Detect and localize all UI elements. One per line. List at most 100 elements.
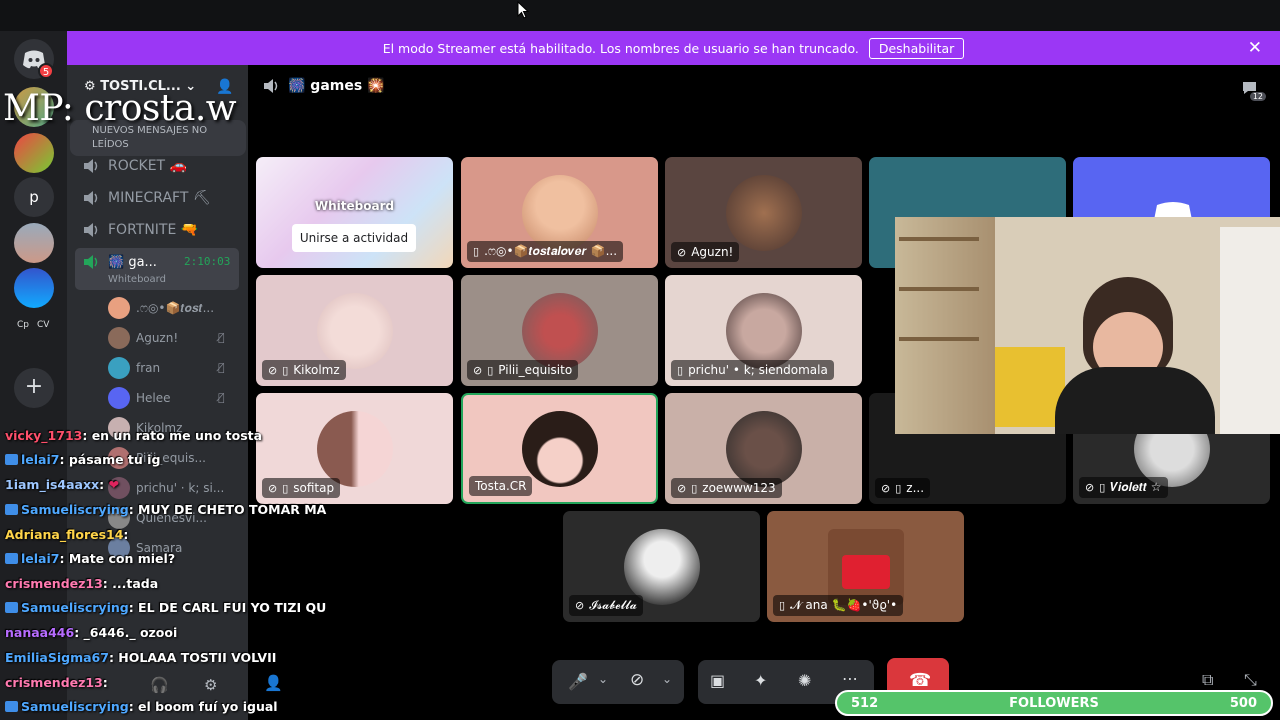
more-icon[interactable]: ⋯ [842,669,858,688]
active-channel-title[interactable]: 🎆 ga... [82,250,157,274]
avatar [521,292,598,369]
server-icon[interactable] [14,133,54,173]
mic-muted-icon: ⊘ [1085,481,1095,494]
phone-icon: ▯ [779,599,786,612]
voice-member[interactable]: Kikolmz [108,416,182,440]
participant-tile[interactable]: ⊘ ▯ Pilii_equisito [461,275,658,386]
voice-member[interactable]: prichu' · k; si... [108,476,224,500]
participant-tile[interactable]: ▯ prichu' • k; siendomala [665,275,862,386]
camera-off-icon[interactable]: ⊘ [630,670,644,690]
channel-minecraft[interactable]: MINECRAFT ⛏ [82,186,211,210]
avatar [108,417,130,439]
voice-member[interactable]: Aguzn! [108,326,178,350]
phone-icon: ▯ [1099,481,1106,494]
folder-label[interactable]: CV [37,320,49,330]
followers-goal: 500 [1229,695,1257,711]
screen-share-icon[interactable]: ▣ [710,671,725,690]
followers-label: FOLLOWERS [1009,695,1099,711]
phone-icon: ▯ [282,481,289,495]
voice-member[interactable]: Samara [108,536,182,560]
speaker-icon [264,79,278,93]
speaker-icon [84,159,98,173]
participant-tile[interactable]: ▯ .ෆ◎•📦𝒕𝒐𝒔𝒕𝒂𝒍𝒐𝒗𝒆𝒓 📦... [461,157,658,268]
channel-title: 🎆 games 🎇 [288,78,385,94]
close-icon[interactable]: ✕ [1248,38,1262,58]
server-icon[interactable]: p [14,177,54,217]
voice-member[interactable]: .ෆ◎•📦𝒕𝒐𝒔𝒕... [108,296,214,320]
voice-member[interactable]: Pilii_equis... [108,446,206,470]
avatar [108,297,130,319]
mic-muted-icon: 🎙̸ [218,361,225,374]
participant-tile-speaking[interactable]: Tosta.CR [461,393,658,504]
avatar [108,507,130,529]
banner-text: El modo Streamer está habilitado. Los no… [382,40,859,56]
avatar [316,292,393,369]
participant-tile[interactable]: ⊘ ▯ zoewww123 [665,393,862,504]
mic-muted-icon: ⊘ [575,599,585,612]
chat-icon[interactable]: 12 [1240,79,1266,101]
server-icon[interactable] [14,223,54,263]
mic-control-group: 🎤 ⌄ ⊘ ⌄ [552,660,684,704]
add-friend-icon[interactable]: 👤 [264,674,283,692]
participant-tile[interactable]: ⊘ ▯ Kikolmz [256,275,453,386]
mic-muted-icon: 🎙̸ [218,331,225,344]
server-icon[interactable] [14,268,54,308]
mic-muted-icon: 🎙̸ [218,391,225,404]
avatar [521,410,598,487]
microphone-icon[interactable]: 🎤 [568,672,588,691]
participant-tile[interactable]: ⊘ 𝓘𝓼𝓪𝓫𝓮𝓵𝓵𝓪 [563,511,760,622]
soundboard-icon[interactable]: ✺ [798,671,811,690]
mic-muted-icon: ⊘ [881,481,891,495]
headphones-icon[interactable]: 🎧 [150,676,169,694]
channel-rocket[interactable]: ROCKET 🚗 [82,154,187,178]
avatar [521,174,598,251]
voice-member[interactable]: fran [108,356,160,380]
avatar [108,477,130,499]
phone-icon: ▯ [487,363,494,377]
stream-overlay-text: MP: crosta.w [3,88,237,129]
voice-member[interactable]: Quienesvi... [108,506,207,530]
voice-member[interactable]: Helee [108,386,171,410]
participant-tile[interactable]: ⊘ ▯ sofitap [256,393,453,504]
title-bar [0,0,1280,31]
chevron-down-icon[interactable]: ⌄ [598,672,608,686]
header-count-badge: 12 [1249,92,1266,101]
activities-icon[interactable]: ✦ [754,671,767,690]
followers-goal-bar: 512 FOLLOWERS 500 [835,690,1273,716]
whiteboard-title: Whiteboard [314,199,395,213]
phone-icon: ▯ [677,363,684,377]
avatar [725,174,802,251]
phone-icon: ▯ [691,481,698,495]
mic-muted-icon: ⊘ [677,481,687,495]
speaker-icon [84,223,98,237]
unread-count-badge: 5 [38,63,54,79]
streamer-mode-banner: El modo Streamer está habilitado. Los no… [67,31,1280,65]
chevron-down-icon[interactable]: ⌄ [662,672,672,686]
channel-timer: 2:10:03 [184,255,231,268]
avatar [316,410,393,487]
participant-tile[interactable]: ⊘ Aguzn! [665,157,862,268]
channel-fortnite[interactable]: FORTNITE 🔫 [82,218,198,242]
participant-tile[interactable]: ▯ 𝓝 ana 🐛🍓•'ϑϱ'• [767,511,964,622]
add-server-icon[interactable]: + [14,368,54,408]
avatar [108,327,130,349]
speaker-icon [84,255,98,269]
whiteboard-tile[interactable]: Whiteboard Unirse a actividad [256,157,453,268]
avatar [725,410,802,487]
disable-button[interactable]: Deshabilitar [868,37,965,59]
server-rail: 5 p Cp CV + [0,31,67,720]
join-activity-button[interactable]: Unirse a actividad [292,224,416,252]
fullscreen-icon[interactable]: ⤡ [1244,670,1257,690]
discord-home-icon[interactable]: 5 [14,39,54,79]
popout-icon[interactable]: ⧉ [1202,670,1213,690]
channel-activity: Whiteboard [108,274,166,285]
mic-muted-icon: ⊘ [268,363,278,377]
mic-muted-icon: ⊘ [677,245,687,259]
avatar [827,528,904,605]
avatar [623,528,700,605]
phone-icon: ▯ [895,481,902,495]
folder-label[interactable]: Cp [17,320,29,330]
avatar [725,292,802,369]
user-settings-icon[interactable]: ⚙ [204,676,217,694]
mic-muted-icon: ⊘ [268,481,278,495]
